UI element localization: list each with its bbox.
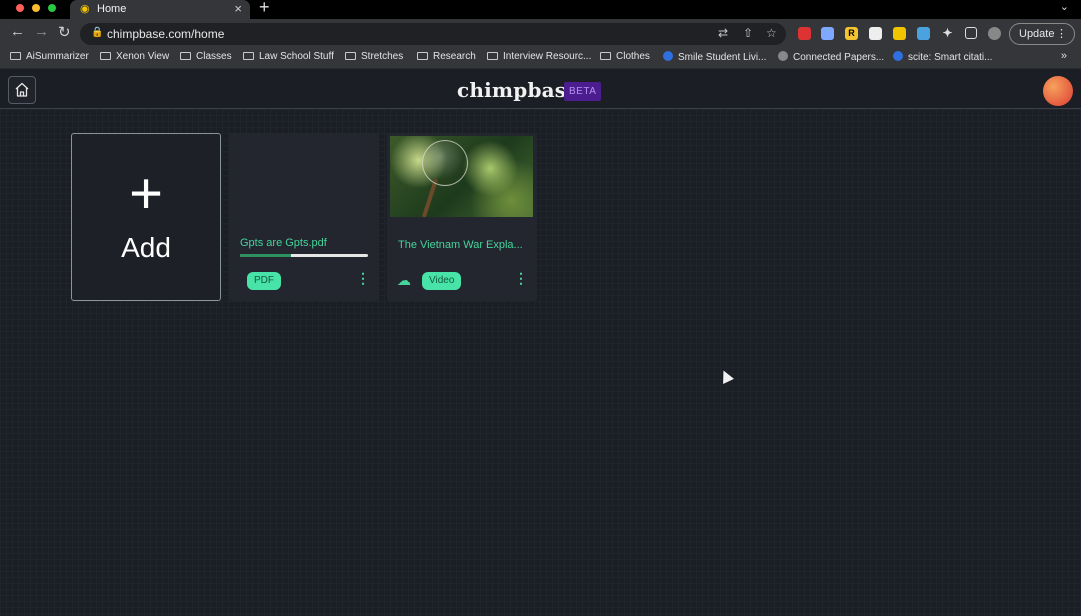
address-bar[interactable]: 🔒 chimpbase.com/home ⇄ ⇧ ☆ xyxy=(80,23,786,45)
brand-logo[interactable]: chimpbase xyxy=(457,78,579,102)
type-badge-pdf: PDF xyxy=(247,272,281,290)
r-extension-icon[interactable]: R xyxy=(845,27,858,40)
cloud-check-icon: ☁ xyxy=(397,272,411,288)
share-icon[interactable]: ⇧ xyxy=(743,26,753,40)
progress-fill xyxy=(240,254,292,257)
card-menu-icon[interactable]: ⋮ xyxy=(514,270,528,287)
browser-toolbar: ← → ↻ 🔒 chimpbase.com/home ⇄ ⇧ ☆ R ✦ Upd… xyxy=(0,19,1081,48)
user-avatar[interactable] xyxy=(1043,76,1073,106)
tab-strip: ◉ Home × + ⌄ xyxy=(0,0,1081,19)
site-icon xyxy=(778,51,788,61)
folder-icon xyxy=(345,52,356,60)
add-item-button[interactable]: + Add xyxy=(71,133,221,301)
maximize-window-button[interactable] xyxy=(48,4,56,12)
folder-icon xyxy=(600,52,611,60)
card-title[interactable]: Gpts are Gpts.pdf xyxy=(240,237,327,249)
lock-icon[interactable]: 🔒 xyxy=(91,27,103,38)
folder-icon xyxy=(243,52,254,60)
mouse-cursor xyxy=(718,368,734,384)
folder-icon xyxy=(180,52,191,60)
react-extension-icon[interactable] xyxy=(917,27,930,40)
home-icon xyxy=(15,82,29,97)
update-button[interactable]: Update ⋮ xyxy=(1009,23,1075,45)
bookmark-law-school-stuff[interactable]: Law School Stuff xyxy=(243,51,334,62)
folder-icon xyxy=(417,52,428,60)
home-button[interactable] xyxy=(8,76,36,104)
close-window-button[interactable] xyxy=(16,4,24,12)
tab-search-chevron-icon[interactable]: ⌄ xyxy=(1060,0,1069,13)
translate-icon[interactable]: ⇄ xyxy=(718,26,728,40)
lock-extension-icon[interactable] xyxy=(869,27,882,40)
chimp-favicon-icon: ◉ xyxy=(80,3,90,15)
card-menu-icon[interactable]: ⋮ xyxy=(356,270,370,287)
add-label: Add xyxy=(121,232,171,263)
site-icon xyxy=(893,51,903,61)
puzzle-extensions-icon[interactable]: ✦ xyxy=(941,27,954,40)
tab-home[interactable]: ◉ Home × xyxy=(70,0,250,19)
folder-icon xyxy=(10,52,21,60)
bookmarks-overflow-button[interactable]: » xyxy=(1061,50,1067,62)
upload-progress-bar xyxy=(240,254,368,257)
library-grid: + Add Gpts are Gpts.pdf PDF ⋮ The Vietna… xyxy=(0,109,1081,616)
profile-avatar-icon[interactable] xyxy=(988,27,1001,40)
tab-close-button[interactable]: × xyxy=(234,1,242,16)
bookmark-classes[interactable]: Classes xyxy=(180,51,232,62)
forward-button[interactable]: → xyxy=(34,23,49,40)
back-button[interactable]: ← xyxy=(10,23,25,40)
type-badge-video: Video xyxy=(422,272,462,290)
bookmark-xenon-view[interactable]: Xenon View xyxy=(100,51,169,62)
folder-icon xyxy=(100,52,111,60)
bookmark-stretches[interactable]: Stretches xyxy=(345,51,403,62)
tab-title: Home xyxy=(97,3,127,15)
bookmark-smile-student-living[interactable]: Smile Student Livi... xyxy=(663,51,766,63)
document-extension-icon[interactable] xyxy=(821,27,834,40)
app-header: chimpbase BETA xyxy=(0,72,1081,109)
bookmark-aisummarizer[interactable]: AiSummarizer xyxy=(10,51,89,62)
ublock-extension-icon[interactable] xyxy=(798,27,811,40)
folder-icon xyxy=(487,52,498,60)
plus-icon: + xyxy=(129,161,163,226)
new-tab-button[interactable]: + xyxy=(259,0,270,18)
video-thumbnail[interactable] xyxy=(390,136,533,217)
bookmark-interview-resources[interactable]: Interview Resourc... xyxy=(487,51,591,62)
minimize-window-button[interactable] xyxy=(32,4,40,12)
bookmark-star-icon[interactable]: ☆ xyxy=(766,26,777,40)
bookmark-connected-papers[interactable]: Connected Papers... xyxy=(778,51,884,63)
chimp-extension-icon[interactable] xyxy=(893,27,906,40)
card-title[interactable]: The Vietnam War Expla... xyxy=(398,239,523,251)
reload-button[interactable]: ↻ xyxy=(58,23,71,41)
bookmark-research[interactable]: Research xyxy=(417,51,476,62)
update-label: Update xyxy=(1019,28,1055,40)
document-card-video[interactable]: The Vietnam War Expla... ☁ Video ⋮ xyxy=(387,133,537,301)
bookmarks-bar: AiSummarizer Xenon View Classes Law Scho… xyxy=(0,48,1081,69)
bookmark-scite[interactable]: scite: Smart citati... xyxy=(893,51,992,63)
more-vert-icon: ⋮ xyxy=(1056,28,1067,40)
document-card-pdf[interactable]: Gpts are Gpts.pdf PDF ⋮ xyxy=(229,133,379,301)
site-icon xyxy=(663,51,673,61)
beta-badge: BETA xyxy=(564,82,602,101)
side-panel-icon[interactable] xyxy=(965,27,977,39)
bookmark-clothes[interactable]: Clothes xyxy=(600,51,650,62)
url-text[interactable]: chimpbase.com/home xyxy=(107,27,224,41)
